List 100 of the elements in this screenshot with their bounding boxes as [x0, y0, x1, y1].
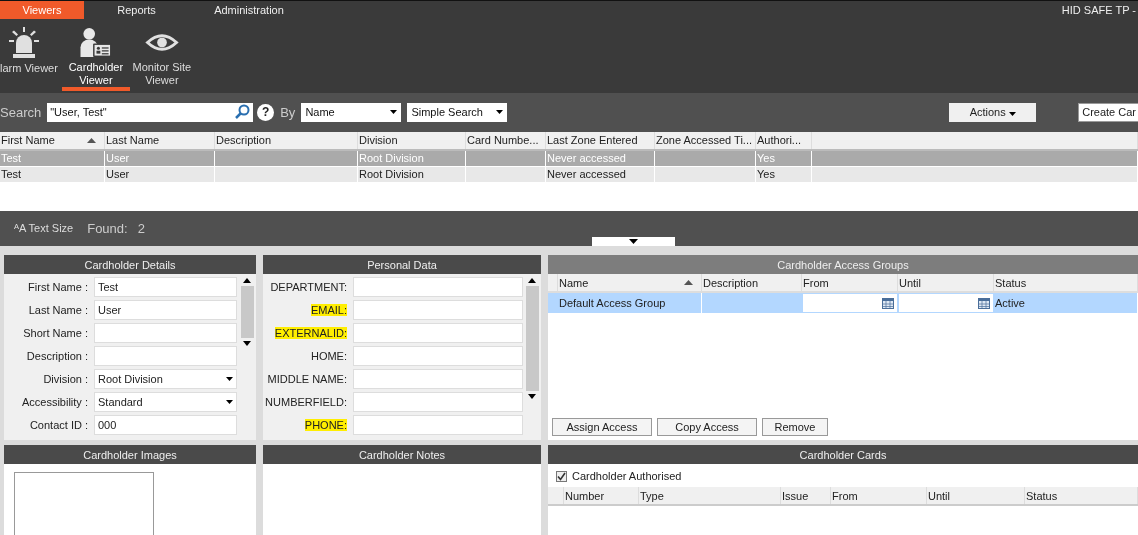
authorised-checkbox[interactable]: Cardholder Authorised [548, 464, 1138, 487]
caret-icon [226, 377, 233, 382]
input-field[interactable] [94, 346, 237, 367]
menu-tab[interactable]: Administration [189, 1, 309, 19]
column-header[interactable]: Last Name [105, 131, 215, 149]
ribbon-button[interactable]: Cardholder Viewer [61, 18, 130, 91]
calendar-icon[interactable] [978, 297, 990, 309]
scroll-down-icon[interactable] [243, 341, 251, 347]
panel-header: Cardholder Images [4, 445, 256, 464]
column-header[interactable]: Zone Accessed Ti... [655, 131, 756, 149]
column-header[interactable]: Until [927, 487, 1025, 504]
column-header[interactable]: Description [215, 131, 358, 149]
panel-header: Personal Data [263, 255, 541, 275]
panel-header: Cardholder Details [4, 255, 256, 275]
field-label: NUMBERFIELD: [265, 396, 347, 409]
column-header[interactable]: Status [994, 274, 1138, 292]
caret-icon [629, 239, 638, 245]
table-cell: User [106, 168, 130, 181]
scrollbar-thumb[interactable] [240, 286, 254, 339]
app-title: HID SAFE TP - [1061, 3, 1137, 18]
search-by-dropdown[interactable]: Name [301, 102, 402, 122]
panel-header: Cardholder Access Groups [548, 255, 1138, 275]
field-label: HOME: [310, 350, 347, 363]
table-cell: Yes [757, 152, 775, 165]
table-cell: User [106, 152, 130, 165]
text-size-button[interactable]: ᴬA Text Size [14, 222, 74, 235]
column-header[interactable]: Number [564, 487, 639, 504]
notes-area[interactable] [263, 464, 541, 535]
input-field[interactable] [353, 369, 523, 390]
column-header[interactable]: Authori... [756, 131, 812, 149]
sort-icon [684, 280, 693, 286]
field-label: EMAIL: [310, 304, 347, 317]
date-field[interactable] [803, 294, 897, 313]
image-placeholder[interactable] [14, 472, 154, 535]
field-label: Last Name : [27, 304, 88, 317]
input-field[interactable] [353, 346, 523, 367]
column-header[interactable]: First Name [0, 131, 105, 149]
scrollbar-thumb[interactable] [525, 286, 539, 392]
table-cell: Root Division [359, 168, 424, 181]
column-header[interactable]: Type [639, 487, 781, 504]
caret-icon [496, 110, 504, 115]
field-label: EXTERNALID: [274, 327, 347, 340]
access-group-row[interactable]: Default Access Group Active [548, 293, 1138, 314]
scroll-up-icon[interactable] [243, 278, 251, 284]
column-header[interactable]: Status [1025, 487, 1138, 504]
column-header[interactable]: Until [898, 274, 994, 292]
field-label: Contact ID : [28, 419, 88, 432]
calendar-icon[interactable] [882, 297, 894, 309]
by-label: By [280, 104, 296, 120]
scroll-up-icon[interactable] [528, 278, 536, 284]
found-count: 2 [137, 220, 145, 236]
table-cell: Active [995, 297, 1025, 310]
access-button[interactable]: Remove [762, 418, 828, 436]
input-field[interactable] [353, 323, 523, 344]
cardholder-icon [78, 26, 113, 58]
ribbon-button[interactable]: Monitor Site Viewer [127, 18, 196, 91]
column-header[interactable]: Card Numbe... [466, 131, 546, 149]
scroll-down-icon[interactable] [528, 394, 536, 400]
input-field[interactable]: Standard [94, 392, 237, 413]
table-cell: Test [1, 152, 22, 165]
table-cell: Never accessed [547, 168, 626, 181]
table-cell: Root Division [359, 152, 424, 165]
expand-handle[interactable] [592, 237, 675, 247]
search-mode-dropdown[interactable]: Simple Search [407, 102, 508, 122]
actions-button[interactable]: Actions [949, 102, 1037, 122]
menu-tab[interactable]: Reports [84, 1, 189, 19]
input-field[interactable] [353, 392, 523, 413]
input-field[interactable] [353, 415, 523, 436]
column-header[interactable]: Name [558, 274, 702, 292]
input-field[interactable]: Test [94, 277, 237, 298]
siren-icon [6, 26, 42, 59]
input-field[interactable] [94, 323, 237, 344]
input-field[interactable]: 000 [94, 415, 237, 436]
column-header[interactable]: From [802, 274, 898, 292]
access-button[interactable]: Copy Access [657, 418, 757, 436]
found-label: Found: [87, 220, 128, 236]
field-label: PHONE: [304, 419, 347, 432]
table-cell: Never accessed [547, 152, 626, 165]
sort-icon [87, 137, 96, 143]
input-field[interactable] [353, 300, 523, 321]
field-label: Accessibility : [20, 396, 88, 409]
column-header[interactable]: From [831, 487, 927, 504]
date-field[interactable] [899, 294, 993, 313]
column-header[interactable]: Description [702, 274, 802, 292]
field-label: Description : [25, 350, 88, 363]
help-button[interactable]: ? [257, 103, 275, 121]
column-header[interactable]: Division [358, 131, 466, 149]
create-button[interactable]: Create Car [1078, 102, 1138, 122]
column-header[interactable]: Issue [781, 487, 831, 504]
access-button[interactable]: Assign Access [552, 418, 652, 436]
search-label: Search [0, 104, 42, 120]
table-cell: Yes [757, 168, 775, 181]
input-field[interactable]: Root Division [94, 369, 237, 390]
ribbon-button[interactable]: larm Viewer [0, 18, 62, 91]
field-label: First Name : [27, 281, 88, 294]
input-field[interactable] [353, 277, 523, 298]
column-header[interactable]: Last Zone Entered [546, 131, 655, 149]
check-icon [557, 471, 566, 481]
caret-icon [1008, 112, 1016, 117]
input-field[interactable]: User [94, 300, 237, 321]
